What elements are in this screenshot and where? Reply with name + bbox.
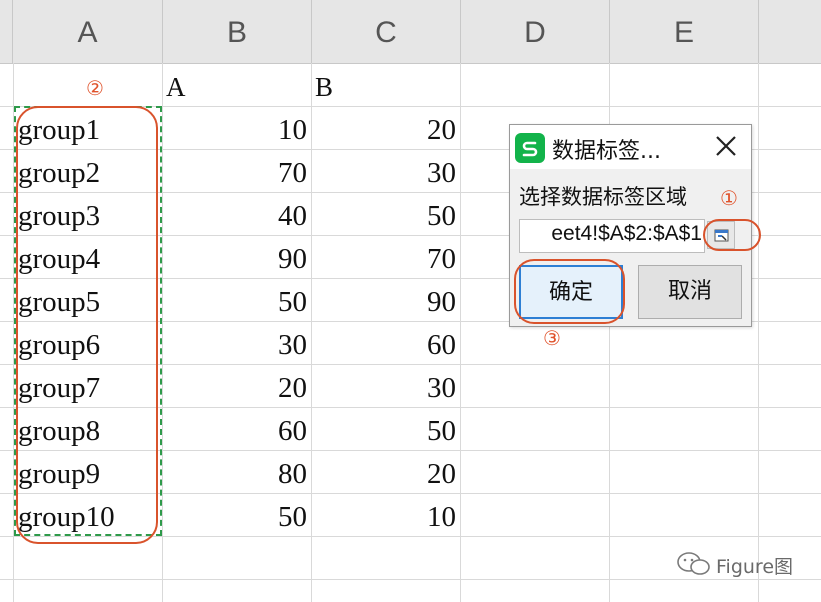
cell-c3[interactable]: 30	[312, 150, 456, 193]
column-header-c[interactable]: C	[312, 0, 461, 63]
cell-b11[interactable]: 50	[163, 494, 307, 537]
column-header-bar: A B C D E	[0, 0, 821, 64]
watermark: Figure图	[676, 550, 793, 580]
annotation-ring-column-a	[16, 106, 158, 544]
select-all-corner[interactable]	[0, 0, 13, 63]
cell-c5[interactable]: 70	[312, 236, 456, 279]
cell-b6[interactable]: 50	[163, 279, 307, 322]
cell-c8[interactable]: 30	[312, 365, 456, 408]
annotation-step-2: ②	[86, 76, 104, 100]
annotation-ring-range-button	[703, 219, 761, 251]
label-range-input[interactable]: eet4!$A$2:$A$1	[519, 219, 705, 253]
cell-c4[interactable]: 50	[312, 193, 456, 236]
cell-c11[interactable]: 10	[312, 494, 456, 537]
cell-b5[interactable]: 90	[163, 236, 307, 279]
grid-line	[460, 63, 461, 602]
grid-line	[758, 63, 759, 602]
cancel-button[interactable]: 取消	[638, 265, 742, 319]
cell-c2[interactable]: 20	[312, 107, 456, 150]
cell-b9[interactable]: 60	[163, 408, 307, 451]
cell-b8[interactable]: 20	[163, 365, 307, 408]
range-field-label: 选择数据标签区域	[519, 185, 687, 209]
column-header-e[interactable]: E	[610, 0, 759, 63]
cell-c1[interactable]: B	[315, 64, 333, 107]
cell-b1[interactable]: A	[166, 64, 186, 107]
cell-c10[interactable]: 20	[312, 451, 456, 494]
cell-b2[interactable]: 10	[163, 107, 307, 150]
annotation-step-1: ①	[720, 186, 738, 210]
cell-b7[interactable]: 30	[163, 322, 307, 365]
cell-b3[interactable]: 70	[163, 150, 307, 193]
annotation-step-3: ③	[543, 326, 561, 350]
dialog-title-bar[interactable]: 数据标签...	[510, 125, 751, 169]
column-header-a[interactable]: A	[13, 0, 163, 63]
column-header-d[interactable]: D	[461, 0, 610, 63]
cell-c6[interactable]: 90	[312, 279, 456, 322]
cell-b10[interactable]: 80	[163, 451, 307, 494]
column-header-b[interactable]: B	[163, 0, 312, 63]
cell-b4[interactable]: 40	[163, 193, 307, 236]
wps-spreadsheet-icon	[515, 133, 545, 163]
cell-c9[interactable]: 50	[312, 408, 456, 451]
wechat-icon	[677, 552, 710, 575]
close-icon[interactable]	[713, 133, 739, 159]
watermark-text: Figure图	[716, 556, 794, 578]
cell-c7[interactable]: 60	[312, 322, 456, 365]
annotation-ring-ok-button	[514, 259, 625, 324]
dialog-title: 数据标签...	[552, 139, 661, 164]
spreadsheet: A B C D E A B group1 10 20 group2 70 30 …	[0, 0, 821, 602]
label-range-value: eet4!$A$2:$A$1	[551, 222, 702, 245]
